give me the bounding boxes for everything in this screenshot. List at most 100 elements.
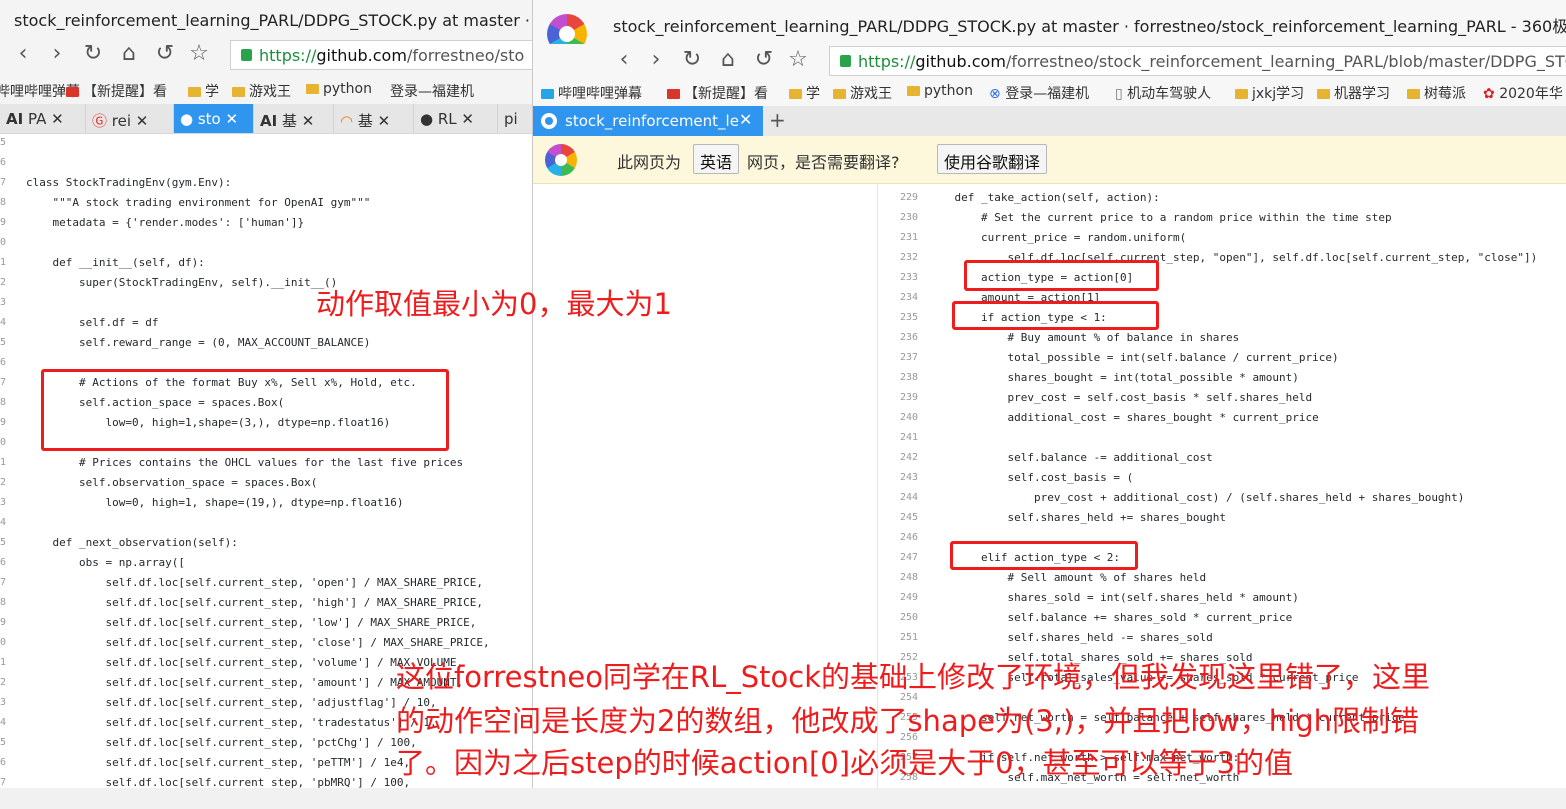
- tab-label: sto: [197, 110, 221, 128]
- tab-active[interactable]: ● sto ✕: [174, 104, 254, 133]
- line-number: 234: [899, 292, 918, 303]
- google-translate-button[interactable]: 使用谷歌翻译: [937, 144, 1048, 174]
- line-number: 246: [899, 532, 918, 543]
- back-arrow-icon[interactable]: ‹: [611, 47, 637, 73]
- bookmark-folder[interactable]: 游戏王: [833, 83, 892, 103]
- tab[interactable]: AI 基 ✕: [254, 104, 334, 133]
- bookmark-label: python: [323, 81, 372, 97]
- code-line: self.df.loc[self.current_step, 'pctChg']…: [26, 736, 417, 749]
- bookmark-item[interactable]: ▯ 机动车驾驶人: [1115, 83, 1211, 103]
- forward-arrow-icon[interactable]: ›: [44, 41, 70, 67]
- bookmark-label: 游戏王: [850, 86, 892, 102]
- bookmark-folder[interactable]: 游戏王: [232, 81, 291, 101]
- line-number: 6: [0, 157, 6, 168]
- tab[interactable]: AI PA ✕: [0, 104, 86, 133]
- bookmark-folder[interactable]: 树莓派: [1407, 83, 1466, 103]
- bookmark-label: 2020年华: [1499, 86, 1563, 102]
- tab-label: RL: [437, 110, 457, 128]
- bookmark-item[interactable]: 【新提醒】看: [66, 81, 167, 101]
- code-line: # Set the current price to a random pric…: [928, 211, 1392, 224]
- line-number: 245: [899, 512, 918, 523]
- bookmark-folder[interactable]: python: [306, 81, 372, 97]
- bookmark-label: 【新提醒】看: [83, 84, 167, 100]
- tab[interactable]: ● RL ✕: [414, 104, 498, 133]
- window-title: stock_reinforcement_learning_PARL/DDPG_S…: [613, 17, 1566, 36]
- bookmark-folder[interactable]: 学: [789, 83, 820, 103]
- forward-arrow-icon[interactable]: ›: [643, 47, 669, 73]
- source-language-select[interactable]: 英语: [693, 144, 740, 174]
- line-number: 9: [0, 617, 6, 628]
- badge-icon: [66, 87, 79, 97]
- close-icon[interactable]: ✕: [739, 110, 752, 129]
- line-number: 9: [0, 217, 6, 228]
- lock-icon: [840, 55, 851, 67]
- bookmark-item[interactable]: 【新提醒】看: [667, 83, 768, 103]
- address-bar[interactable]: https://github.com/forrestneo/sto: [230, 40, 534, 70]
- bookmark-label: 学: [806, 86, 820, 102]
- code-line: shares_bought = int(total_possible * amo…: [928, 371, 1299, 384]
- code-line: self.df.loc[self.current_step, 'close'] …: [26, 636, 490, 649]
- line-number: 238: [899, 372, 918, 383]
- tab[interactable]: Ⓖ rei ✕: [86, 104, 174, 133]
- bookmark-item[interactable]: ⊗ 登录—福建机: [989, 83, 1089, 103]
- code-line: def _next_observation(self):: [26, 536, 238, 549]
- highlight-box-action-space: [41, 369, 449, 451]
- star-icon[interactable]: ☆: [186, 41, 212, 67]
- navigation-bar: ‹ › ↻ ⌂ ↺ ☆ https://github.com/forrestne…: [0, 38, 534, 76]
- line-number: 2: [0, 277, 6, 288]
- tab-label: PA: [27, 110, 47, 128]
- line-number: 233: [899, 272, 918, 283]
- line-number: 243: [899, 472, 918, 483]
- code-line: class StockTradingEnv(gym.Env):: [26, 176, 232, 189]
- bookmark-folder[interactable]: python: [907, 83, 973, 99]
- bookmark-folder[interactable]: jxkj学习: [1235, 83, 1304, 103]
- folder-icon: [833, 89, 846, 99]
- status-bar: [0, 788, 1566, 809]
- line-number: 1: [0, 657, 6, 668]
- bookmark-label: 【新提醒】看: [684, 86, 768, 102]
- bookmark-folder[interactable]: 机器学习: [1317, 83, 1390, 103]
- bilibili-icon: [541, 89, 554, 99]
- back-arrow-icon[interactable]: ‹: [10, 41, 36, 67]
- tab-label: rei: [111, 112, 132, 130]
- code-line: self.cost_basis = (: [928, 471, 1134, 484]
- home-icon[interactable]: ⌂: [116, 41, 142, 67]
- tab[interactable]: ◠ 基 ✕: [334, 104, 414, 133]
- url-host: github.com: [915, 52, 1006, 71]
- tab-label: 基: [357, 112, 373, 130]
- line-number: 5: [0, 737, 6, 748]
- bookmarks-bar: 哔哩哔哩弹幕 【新提醒】看 学 游戏王 python ⊗ 登录—福建机 ▯ 机动…: [533, 78, 1566, 106]
- annotation-line-3: 了。因为之后step的时候action[0]必须是大于0，甚至可以等于3的值: [396, 746, 1293, 780]
- code-line: self.reward_range = (0, MAX_ACCOUNT_BALA…: [26, 336, 371, 349]
- url-scheme: https://: [259, 46, 317, 65]
- bookmark-label: 树莓派: [1424, 86, 1466, 102]
- github-icon: [541, 113, 557, 129]
- line-number: 1: [0, 257, 6, 268]
- line-number: 7: [0, 377, 6, 388]
- bookmark-item[interactable]: 哔哩哔哩弹幕: [541, 83, 642, 103]
- undo-icon[interactable]: ↺: [751, 47, 777, 73]
- code-line: self.df.loc[self.current_step, 'peTTM'] …: [26, 756, 411, 769]
- reload-icon[interactable]: ↻: [679, 47, 705, 73]
- address-bar[interactable]: https://github.com/forrestneo/stock_rein…: [829, 46, 1566, 76]
- bookmark-folder[interactable]: 学: [188, 81, 219, 101]
- title-bar: stock_reinforcement_learning_PARL/DDPG_S…: [533, 0, 1566, 54]
- tab[interactable]: pi: [498, 104, 534, 133]
- line-number: 247: [899, 552, 918, 563]
- line-number: 3: [0, 697, 6, 708]
- home-icon[interactable]: ⌂: [715, 47, 741, 73]
- bookmark-item[interactable]: ✿ 2020年华: [1483, 83, 1563, 103]
- code-line: super(StockTradingEnv, self).__init__(): [26, 276, 338, 289]
- tab-active[interactable]: stock_reinforcement_le ✕: [533, 106, 763, 136]
- reload-icon[interactable]: ↻: [80, 41, 106, 67]
- tab-strip: stock_reinforcement_le ✕ +: [533, 106, 1566, 136]
- bookmarks-bar: 哔哩哔哩弹幕 【新提醒】看 学 游戏王 python 登录—福建机: [0, 76, 534, 104]
- tab-label: pi: [504, 110, 518, 128]
- new-tab-button[interactable]: +: [769, 108, 786, 132]
- undo-icon[interactable]: ↺: [152, 41, 178, 67]
- line-number: 7: [0, 177, 6, 188]
- code-line: self.df.loc[self.current_step, 'tradesta…: [26, 716, 437, 729]
- window-title: stock_reinforcement_learning_PARL/DDPG_S…: [0, 0, 534, 38]
- star-icon[interactable]: ☆: [785, 47, 811, 73]
- bookmark-item[interactable]: 登录—福建机: [390, 81, 474, 101]
